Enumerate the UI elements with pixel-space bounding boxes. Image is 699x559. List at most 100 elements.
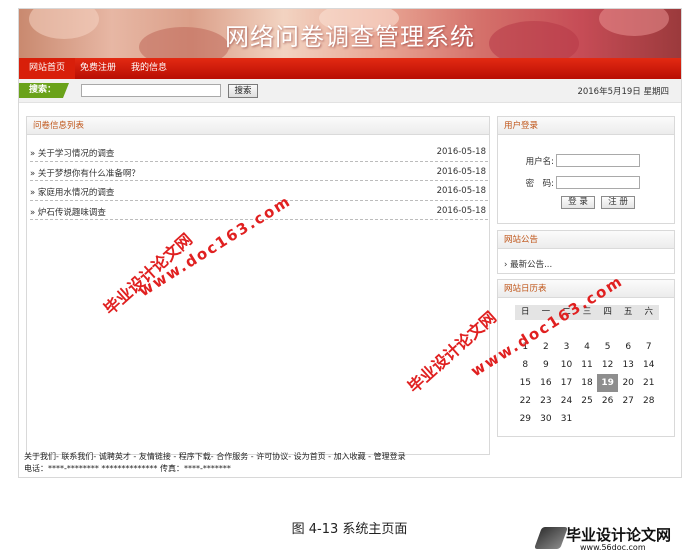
calendar-panel: 网站日历表 日 一 二 三 四 五 六 1 2 3 4 5 6 7 8 9 10 11 12 13 14 1… bbox=[497, 279, 675, 437]
search-label: 搜索： bbox=[19, 83, 69, 98]
app-window: 网络问卷调查管理系统 网站首页 免费注册 我的信息 搜索： 搜索 2016年5月… bbox=[18, 8, 682, 478]
calendar-week-row: 1234567 bbox=[515, 338, 659, 356]
logo-text: 毕业设计论文网 bbox=[566, 526, 672, 544]
survey-row: » 炉石传说趣味调查 2016-05-18 bbox=[30, 201, 488, 220]
survey-link[interactable]: » 关于梦想你有什么准备啊？ bbox=[30, 167, 140, 179]
notice-text[interactable]: 最新公告... bbox=[510, 260, 552, 270]
notice-panel: 网站公告 › 最新公告... bbox=[497, 230, 675, 274]
calendar-day[interactable]: 22 bbox=[515, 392, 536, 410]
calendar-day[interactable]: 19 bbox=[597, 374, 618, 392]
bullet-icon: » bbox=[30, 188, 38, 198]
survey-link[interactable]: » 关于学习情况的调查 bbox=[30, 147, 114, 159]
calendar-empty-cell bbox=[577, 320, 598, 338]
survey-date: 2016-05-18 bbox=[436, 186, 486, 196]
calendar-day[interactable]: 8 bbox=[515, 356, 536, 374]
site-footer: 关于我们- 联系我们- 诚聘英才 - 友情链接 - 程序下载- 合作服务 - 许… bbox=[24, 451, 406, 475]
current-date: 2016年5月19日 星期四 bbox=[577, 87, 669, 97]
survey-list: » 关于学习情况的调查 2016-05-18 » 关于梦想你有什么准备啊？ 20… bbox=[30, 142, 488, 220]
calendar-day[interactable]: 21 bbox=[638, 374, 659, 392]
calendar-day[interactable]: 17 bbox=[556, 374, 577, 392]
survey-date: 2016-05-18 bbox=[436, 147, 486, 157]
survey-date: 2016-05-18 bbox=[436, 205, 486, 216]
calendar-day[interactable]: 28 bbox=[638, 392, 659, 410]
calendar-empty-cell bbox=[597, 320, 618, 338]
weekday-label: 六 bbox=[638, 305, 660, 320]
survey-row: » 关于梦想你有什么准备啊？ 2016-05-18 bbox=[30, 162, 488, 181]
calendar-day[interactable]: 20 bbox=[618, 374, 639, 392]
calendar-empty-cell bbox=[577, 410, 598, 428]
calendar-week-row: 8 9 10 11 12 13 14 bbox=[515, 356, 659, 374]
search-input[interactable] bbox=[81, 84, 221, 97]
calendar-day[interactable]: 29 bbox=[515, 410, 536, 428]
password-field[interactable] bbox=[556, 176, 640, 189]
survey-row: » 家庭用水情况的调查 2016-05-18 bbox=[30, 181, 488, 201]
calendar-day[interactable]: 13 bbox=[618, 356, 639, 374]
nav-item-my-info[interactable]: 我的信息 bbox=[121, 58, 177, 79]
calendar-day[interactable]: 1 bbox=[515, 338, 536, 356]
calendar-day[interactable]: 27 bbox=[618, 392, 639, 410]
calendar-day[interactable]: 14 bbox=[638, 356, 659, 374]
calendar-day[interactable]: 6 bbox=[618, 338, 639, 356]
calendar-day[interactable]: 12 bbox=[597, 356, 618, 374]
calendar-empty-cell bbox=[638, 410, 659, 428]
footer-links[interactable]: 关于我们- 联系我们- 诚聘英才 - 友情链接 - 程序下载- 合作服务 - 许… bbox=[24, 451, 406, 463]
calendar-day[interactable]: 10 bbox=[556, 356, 577, 374]
survey-link[interactable]: » 家庭用水情况的调查 bbox=[30, 186, 114, 198]
calendar-day[interactable]: 9 bbox=[536, 356, 557, 374]
calendar-day[interactable]: 7 bbox=[638, 338, 659, 356]
survey-title[interactable]: 家庭用水情况的调查 bbox=[38, 188, 115, 198]
calendar-day[interactable]: 3 bbox=[556, 338, 577, 356]
site-title: 网络问卷调查管理系统 bbox=[225, 23, 475, 51]
bullet-icon: » bbox=[30, 207, 38, 218]
survey-title[interactable]: 关于学习情况的调查 bbox=[38, 149, 115, 159]
search-button[interactable]: 搜索 bbox=[228, 84, 258, 98]
calendar-weekday-row: 日 一 二 三 四 五 六 bbox=[515, 305, 660, 320]
survey-date: 2016-05-18 bbox=[436, 166, 486, 177]
calendar-day[interactable]: 5 bbox=[597, 338, 618, 356]
calendar-day[interactable]: 4 bbox=[577, 338, 598, 356]
notice-link[interactable]: › 最新公告... bbox=[504, 258, 552, 270]
logo-url: www.56doc.com bbox=[580, 543, 646, 552]
bullet-icon: » bbox=[30, 149, 38, 159]
survey-link[interactable]: » 炉石传说趣味调查 bbox=[30, 206, 106, 218]
calendar-day[interactable]: 30 bbox=[536, 410, 557, 428]
weekday-label: 日 bbox=[515, 305, 536, 320]
calendar-empty-cell bbox=[515, 320, 536, 338]
calendar-day[interactable]: 15 bbox=[515, 374, 536, 392]
site-logo: 毕业设计论文网 www.56doc.com bbox=[533, 524, 686, 554]
calendar-day[interactable]: 18 bbox=[577, 374, 598, 392]
calendar-day[interactable]: 26 bbox=[597, 392, 618, 410]
calendar-empty-cell bbox=[618, 320, 639, 338]
calendar-empty-cell bbox=[638, 320, 659, 338]
nav-item-home[interactable]: 网站首页 bbox=[19, 58, 76, 79]
survey-title[interactable]: 炉石传说趣味调查 bbox=[38, 208, 106, 218]
calendar-day[interactable]: 24 bbox=[556, 392, 577, 410]
calendar-week-row: 22 23 24 25 26 27 28 bbox=[515, 392, 659, 410]
calendar-day[interactable]: 16 bbox=[536, 374, 557, 392]
username-label: 用户名: bbox=[525, 157, 554, 167]
weekday-label: 四 bbox=[597, 305, 618, 320]
calendar-week-row bbox=[515, 320, 659, 338]
calendar-day[interactable]: 11 bbox=[577, 356, 598, 374]
calendar-day[interactable]: 23 bbox=[536, 392, 557, 410]
login-button[interactable]: 登 录 bbox=[561, 196, 595, 209]
search-bar: 搜索： 搜索 2016年5月19日 星期四 bbox=[19, 79, 681, 103]
calendar-grid: 日 一 二 三 四 五 六 1 2 3 4 5 6 7 8 9 10 11 12 13 14 15 16 17 1… bbox=[515, 305, 660, 428]
weekday-label: 一 bbox=[535, 305, 557, 320]
calendar-empty-cell bbox=[597, 410, 618, 428]
calendar-day[interactable]: 25 bbox=[577, 392, 598, 410]
bullet-icon: » bbox=[30, 168, 38, 179]
calendar-day[interactable]: 2 bbox=[536, 338, 557, 356]
calendar-week-row: 29 30 31 bbox=[515, 410, 659, 428]
calendar-empty-cell bbox=[618, 410, 639, 428]
calendar-week-row: 15 16 17 18 19 20 21 bbox=[515, 374, 659, 392]
calendar-empty-cell bbox=[556, 320, 577, 338]
notice-title: 网站公告 bbox=[498, 231, 674, 249]
password-label: 密 码: bbox=[525, 179, 554, 189]
username-field[interactable] bbox=[556, 154, 640, 167]
calendar-day[interactable]: 31 bbox=[556, 410, 577, 428]
register-button[interactable]: 注 册 bbox=[601, 196, 635, 209]
survey-list-title: 问卷信息列表 bbox=[27, 117, 489, 135]
survey-title[interactable]: 关于梦想你有什么准备啊？ bbox=[38, 169, 140, 179]
nav-item-register[interactable]: 免费注册 bbox=[70, 58, 126, 79]
